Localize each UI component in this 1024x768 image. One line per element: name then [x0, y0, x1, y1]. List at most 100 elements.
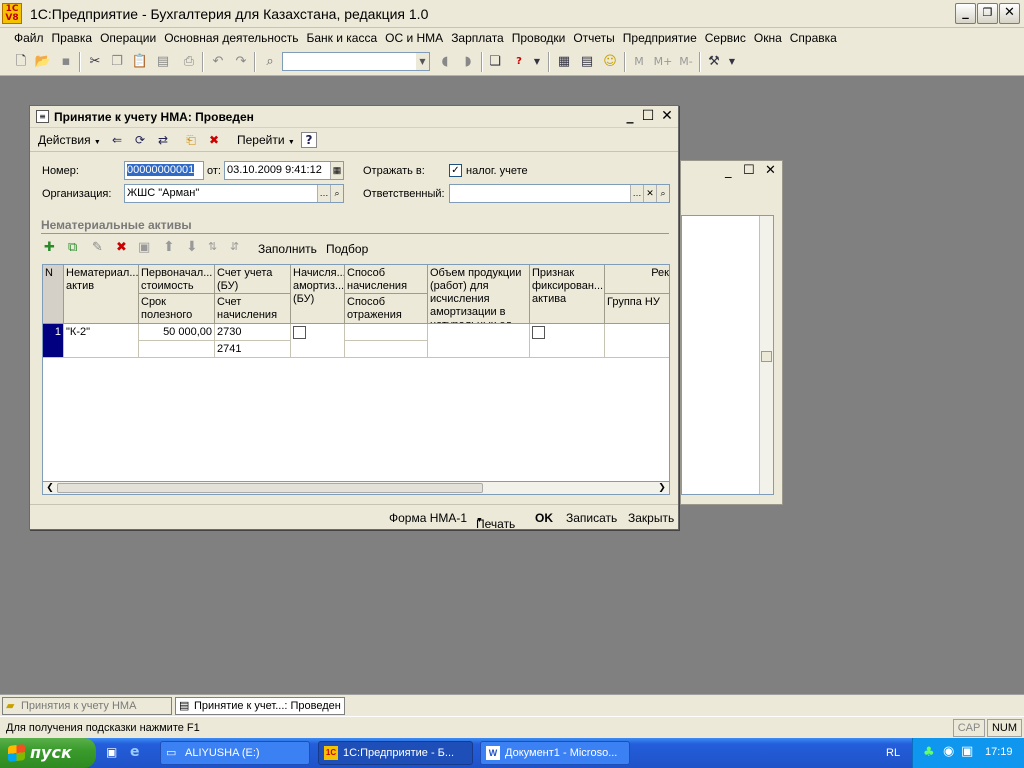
- menu-main-activity[interactable]: Основная деятельность: [164, 31, 298, 45]
- dialog-minimize-button[interactable]: _: [622, 108, 638, 124]
- menu-operations[interactable]: Операции: [100, 31, 156, 45]
- menu-entries[interactable]: Проводки: [512, 31, 566, 45]
- undo-icon[interactable]: ↶: [209, 53, 227, 71]
- column-header-method[interactable]: Способ начисления: [345, 265, 428, 294]
- m-button[interactable]: M: [630, 53, 648, 71]
- cut-icon[interactable]: ✂: [86, 53, 104, 71]
- search-icon[interactable]: ⌕: [330, 185, 343, 202]
- calendar-icon[interactable]: ▦: [330, 162, 343, 179]
- copy-icon[interactable]: ❐: [108, 53, 126, 71]
- tax-accounting-checkbox[interactable]: ✓: [449, 164, 462, 177]
- reflection-method-cell[interactable]: [345, 341, 428, 358]
- close-button[interactable]: ✕: [999, 3, 1020, 24]
- chevron-down-icon[interactable]: ▼: [416, 53, 429, 70]
- nu-group-cell[interactable]: [605, 324, 669, 358]
- toolbar-search-input[interactable]: ▼: [282, 52, 430, 71]
- useful-life-cell[interactable]: [139, 341, 215, 358]
- find-icon[interactable]: ⌕: [261, 53, 279, 71]
- start-button[interactable]: пуск: [0, 738, 96, 768]
- dialog-close-button[interactable]: ✕: [659, 108, 675, 124]
- asset-cell[interactable]: "К-2": [64, 324, 139, 358]
- menu-edit[interactable]: Правка: [52, 31, 93, 45]
- swap-icon[interactable]: ⇄: [154, 131, 172, 149]
- post-document-icon[interactable]: ⎗: [182, 131, 200, 149]
- find-prev-icon[interactable]: ◖: [436, 53, 454, 71]
- menu-salary[interactable]: Зарплата: [451, 31, 504, 45]
- unpost-document-icon[interactable]: ✖: [205, 131, 223, 149]
- amortization-checkbox[interactable]: [293, 326, 306, 339]
- column-header-volume[interactable]: Объем продукции (работ) для исчисления а…: [428, 265, 530, 324]
- select-ellipsis-button[interactable]: …: [317, 185, 330, 202]
- method-cell[interactable]: [345, 324, 428, 341]
- minimize-button[interactable]: _: [955, 3, 976, 24]
- dropdown-arrow-icon[interactable]: ▼: [528, 53, 546, 71]
- select-ellipsis-button[interactable]: …: [630, 185, 643, 202]
- window-tab-document[interactable]: ▤ Принятие к учет...: Проведен: [175, 697, 345, 715]
- edit-row-icon[interactable]: ✎: [92, 240, 103, 255]
- menu-file[interactable]: Файл: [14, 31, 44, 45]
- save-button[interactable]: Записать: [566, 511, 617, 525]
- print-preview-icon[interactable]: ▤: [154, 53, 172, 71]
- actions-menu-button[interactable]: Действия ▼: [38, 133, 101, 147]
- fill-button[interactable]: Заполнить: [258, 242, 317, 256]
- find-next-icon[interactable]: ◗: [459, 53, 477, 71]
- print-icon[interactable]: ⎙: [180, 53, 198, 71]
- search-icon[interactable]: ⌕: [656, 185, 669, 202]
- column-header-reflection-method[interactable]: Способ отражения: [345, 294, 428, 324]
- volume-cell[interactable]: [428, 324, 530, 358]
- column-header-n[interactable]: N: [43, 265, 64, 324]
- date-field[interactable]: 03.10.2009 9:41:12 ▦: [224, 161, 344, 180]
- window-tab-list[interactable]: ▰ Принятия к учету НМА: [2, 697, 172, 715]
- taskbar-item-1c[interactable]: 1C 1С:Предприятие - Б...: [318, 741, 473, 765]
- column-header-rek[interactable]: Рек: [605, 265, 669, 294]
- ok-button[interactable]: OK: [535, 511, 553, 525]
- row-number-cell[interactable]: 1: [43, 324, 64, 358]
- add-row-icon[interactable]: ✚: [44, 240, 55, 255]
- move-up-icon[interactable]: ⬆: [163, 239, 175, 255]
- m-minus-button[interactable]: M-: [675, 53, 697, 71]
- menu-assets[interactable]: ОС и НМА: [385, 31, 443, 45]
- back-arrow-icon[interactable]: ⇐: [108, 131, 126, 149]
- scroll-thumb[interactable]: [57, 483, 483, 493]
- initial-cost-cell[interactable]: 50 000,00: [139, 324, 215, 341]
- horizontal-scrollbar[interactable]: ❮ ❯: [42, 481, 670, 495]
- column-header-account[interactable]: Счет учета (БУ): [215, 265, 291, 294]
- help-button[interactable]: ?: [301, 132, 317, 148]
- calculator-icon[interactable]: ▦: [555, 53, 573, 71]
- menu-bank-cash[interactable]: Банк и касса: [306, 31, 377, 45]
- select-button[interactable]: Подбор: [326, 242, 368, 256]
- windows-icon[interactable]: ❏: [486, 53, 504, 71]
- tray-antivirus-icon[interactable]: ◉: [943, 744, 954, 759]
- language-indicator[interactable]: RL: [886, 747, 900, 759]
- redo-icon[interactable]: ↷: [232, 53, 250, 71]
- taskbar-item-word[interactable]: W Документ1 - Microso...: [480, 741, 630, 765]
- dialog-maximize-button[interactable]: ☐: [640, 108, 656, 124]
- tools-icon[interactable]: ⚒: [705, 53, 723, 71]
- column-header-useful-life[interactable]: Срок полезного: [139, 294, 215, 324]
- internet-explorer-icon[interactable]: e: [130, 744, 148, 762]
- desktop-icon[interactable]: ▣: [106, 745, 122, 761]
- calendar-icon[interactable]: ▤: [578, 53, 596, 71]
- menu-reports[interactable]: Отчеты: [573, 31, 614, 45]
- clear-icon[interactable]: ✕: [643, 185, 656, 202]
- tray-app-icon[interactable]: ♣: [923, 745, 935, 760]
- column-header-nu-group[interactable]: Группа НУ: [605, 294, 669, 324]
- sort-ascending-icon[interactable]: ⇅: [208, 240, 217, 253]
- copy-row-icon[interactable]: ⧉: [68, 240, 77, 255]
- scroll-left-icon[interactable]: ❮: [44, 482, 56, 494]
- user-icon[interactable]: ☺: [601, 53, 619, 71]
- menu-help[interactable]: Справка: [790, 31, 837, 45]
- fixation-checkbox[interactable]: [532, 326, 545, 339]
- close-dialog-button[interactable]: Закрыть: [628, 511, 674, 525]
- column-header-asset[interactable]: Нематериал... актив: [64, 265, 139, 324]
- minimize-icon[interactable]: _: [725, 164, 732, 179]
- end-edit-icon[interactable]: ▣: [138, 240, 150, 255]
- accrual-account-cell[interactable]: 2741: [215, 341, 291, 358]
- menu-service[interactable]: Сервис: [705, 31, 746, 45]
- 1c-help-icon[interactable]: ?: [510, 53, 528, 71]
- delete-row-icon[interactable]: ✖: [116, 240, 127, 255]
- number-field[interactable]: 00000000001: [124, 161, 204, 180]
- maximize-icon[interactable]: ☐: [743, 163, 755, 178]
- organization-field[interactable]: ЖШС "Арман" … ⌕: [124, 184, 344, 203]
- vertical-scrollbar[interactable]: [759, 216, 773, 494]
